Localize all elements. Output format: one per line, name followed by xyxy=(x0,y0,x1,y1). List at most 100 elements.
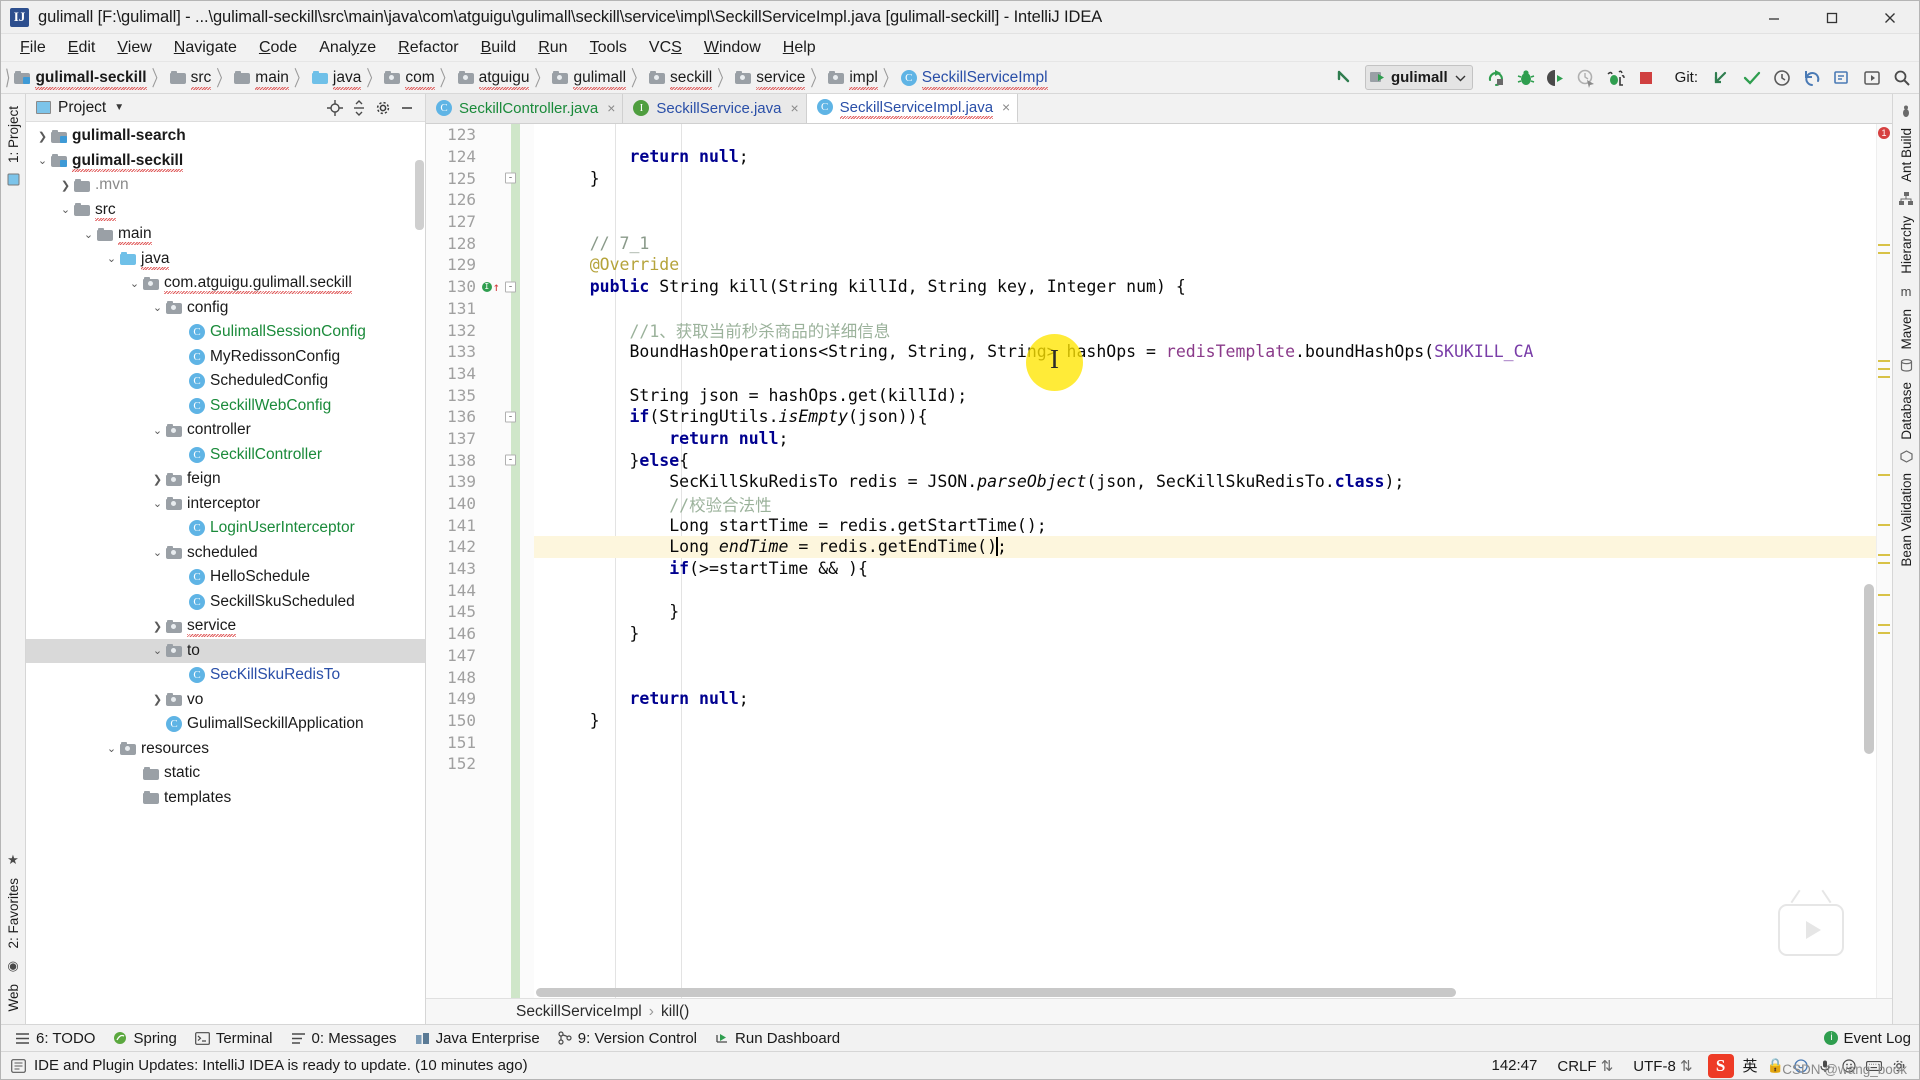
breadcrumb-member[interactable]: kill() xyxy=(661,1003,689,1021)
code-line[interactable]: return null; xyxy=(534,428,1892,450)
tree-node[interactable]: ⌄ gulimall-seckill xyxy=(26,149,425,174)
chevron-down-icon[interactable]: ⌄ xyxy=(149,301,166,314)
breadcrumb-item-seckillserviceimpl[interactable]: C SeckillServiceImpl xyxy=(899,68,1051,90)
tab-close-icon[interactable]: × xyxy=(607,100,615,116)
tree-node[interactable]: C SeckillController xyxy=(26,443,425,468)
attach-process-icon[interactable] xyxy=(1603,65,1630,91)
code-text[interactable]: return null; } // 7_1 @Override public S… xyxy=(534,124,1892,998)
gutter-run-marker[interactable]: I ↑ xyxy=(481,281,500,293)
gutter-line[interactable]: 147 xyxy=(426,645,534,667)
code-line[interactable]: //1、获取当前秒杀商品的详细信息 xyxy=(534,319,1892,341)
code-line[interactable] xyxy=(534,124,1892,146)
chevron-down-icon[interactable]: ⌄ xyxy=(34,154,51,167)
gutter-line[interactable]: 127 xyxy=(426,211,534,233)
tree-node[interactable]: ❯ feign xyxy=(26,467,425,492)
git-history-icon[interactable] xyxy=(1768,65,1795,91)
find-icon[interactable] xyxy=(1888,65,1915,91)
code-line[interactable]: if (StringUtils. isEmpty (json)){ xyxy=(534,406,1892,428)
breadcrumb-item-impl[interactable]: impl xyxy=(826,68,880,90)
maximize-button[interactable] xyxy=(1803,1,1861,34)
code-line[interactable] xyxy=(534,753,1892,775)
tree-node[interactable]: ⌄ to xyxy=(26,638,425,663)
menu-run[interactable]: Run xyxy=(527,36,578,60)
tree-node[interactable]: ❯ gulimall-search xyxy=(26,124,425,149)
breadcrumb-item-seckill[interactable]: seckill xyxy=(647,68,715,90)
gutter-line[interactable]: 123 xyxy=(426,124,534,146)
editor-tab-seckillserviceimpl[interactable]: C SeckillServiceImpl.java × xyxy=(806,93,1019,123)
rail-tab-project[interactable]: 1: Project xyxy=(4,100,23,169)
menu-analyze[interactable]: Analyze xyxy=(308,36,387,60)
tree-node[interactable]: ❯ service xyxy=(26,614,425,639)
file-encoding[interactable]: UTF-8 ⇅ xyxy=(1623,1057,1702,1075)
tool-window-spring[interactable]: Spring xyxy=(107,1028,188,1049)
breadcrumb-item-atguigu[interactable]: atguigu xyxy=(456,68,533,90)
code-line[interactable] xyxy=(534,666,1892,688)
breadcrumb-item-com[interactable]: com xyxy=(382,68,437,90)
back-arrow-icon[interactable] xyxy=(1331,65,1358,91)
menu-navigate[interactable]: Navigate xyxy=(163,36,248,60)
tool-window-todo[interactable]: 6: TODO xyxy=(9,1028,107,1049)
tree-node[interactable]: ⌄ com.atguigu.gulimall.seckill xyxy=(26,271,425,296)
code-line[interactable]: //校验合法性 xyxy=(534,493,1892,515)
gutter-line[interactable]: 139 xyxy=(426,471,534,493)
minimize-button[interactable] xyxy=(1745,1,1803,34)
line-separator[interactable]: CRLF ⇅ xyxy=(1547,1057,1623,1075)
gutter-line[interactable]: 133 xyxy=(426,341,534,363)
gutter-line[interactable]: 137 xyxy=(426,428,534,450)
breadcrumb-item-main[interactable]: main xyxy=(232,68,292,90)
gutter-line[interactable]: 138- xyxy=(426,449,534,471)
ant-build-icon[interactable] xyxy=(1899,104,1913,118)
tree-node[interactable]: C GulimallSeckillApplication xyxy=(26,712,425,737)
chevron-down-icon[interactable]: ⌄ xyxy=(149,546,166,559)
menu-file[interactable]: File xyxy=(9,36,57,60)
tab-close-icon[interactable]: × xyxy=(790,100,798,116)
tool-window-version-control[interactable]: 9: Version Control xyxy=(552,1028,709,1049)
web-icon[interactable]: ◉ xyxy=(7,958,18,974)
rail-tab-bean-validation[interactable]: Bean Validation xyxy=(1897,467,1916,573)
tree-node[interactable]: ⌄ interceptor xyxy=(26,492,425,517)
gutter-line[interactable]: 140 xyxy=(426,493,534,515)
settings-icon[interactable] xyxy=(1858,65,1885,91)
chevron-right-icon[interactable]: ❯ xyxy=(57,179,74,192)
tool-window-terminal[interactable]: Terminal xyxy=(189,1028,285,1049)
chevron-down-icon[interactable]: ⌄ xyxy=(149,497,166,510)
tab-close-icon[interactable]: × xyxy=(1002,99,1010,115)
tree-node[interactable]: templates xyxy=(26,786,425,811)
code-line[interactable] xyxy=(534,211,1892,233)
gutter-line[interactable]: 126 xyxy=(426,189,534,211)
gutter-line[interactable]: 132 xyxy=(426,319,534,341)
rail-tab-database[interactable]: Database xyxy=(1897,376,1916,446)
menu-vcs[interactable]: VCS xyxy=(638,36,693,60)
tree-node[interactable]: C MyRedissonConfig xyxy=(26,345,425,370)
rail-tab-web[interactable]: Web xyxy=(4,978,23,1018)
gutter-line[interactable]: 131 xyxy=(426,298,534,320)
gutter-line[interactable]: 125- xyxy=(426,167,534,189)
code-line[interactable]: return null; xyxy=(534,146,1892,168)
editor-tab-seckillservice[interactable]: I SeckillService.java × xyxy=(623,93,807,123)
gutter-line[interactable]: 135 xyxy=(426,384,534,406)
gutter-line[interactable]: 129 xyxy=(426,254,534,276)
code-line[interactable] xyxy=(534,189,1892,211)
fold-toggle-icon[interactable]: - xyxy=(505,454,516,466)
gutter-line[interactable]: 144 xyxy=(426,579,534,601)
tree-node[interactable]: ❯ .mvn xyxy=(26,173,425,198)
structure-icon[interactable] xyxy=(7,173,20,186)
chevron-right-icon[interactable]: ❯ xyxy=(149,693,166,706)
search-everywhere-icon[interactable] xyxy=(1828,65,1855,91)
code-line[interactable]: @Override xyxy=(534,254,1892,276)
chevron-down-icon[interactable]: ⌄ xyxy=(149,644,166,657)
gutter-line[interactable]: 146 xyxy=(426,623,534,645)
hierarchy-icon[interactable] xyxy=(1899,192,1913,206)
maven-icon[interactable]: m xyxy=(1901,284,1912,299)
gutter-line[interactable]: 143 xyxy=(426,558,534,580)
tree-node[interactable]: static xyxy=(26,761,425,786)
editor-tab-seckillcontroller[interactable]: C SeckillController.java × xyxy=(426,93,624,123)
menu-help[interactable]: Help xyxy=(772,36,827,60)
breadcrumb-item-gulimall[interactable]: gulimall xyxy=(550,68,629,90)
code-line[interactable] xyxy=(534,363,1892,385)
code-line[interactable]: String json = hashOps.get(killId); xyxy=(534,384,1892,406)
caret-position[interactable]: 142:47 xyxy=(1481,1057,1547,1074)
breadcrumb-item-java[interactable]: java xyxy=(310,68,364,90)
gutter-line[interactable]: 130- I ↑ xyxy=(426,276,534,298)
chevron-right-icon[interactable]: ❯ xyxy=(34,130,51,143)
